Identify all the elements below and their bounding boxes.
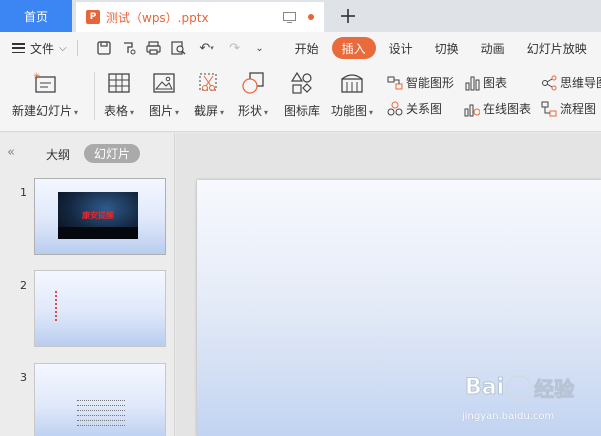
- tab-insert[interactable]: 插入: [331, 37, 376, 59]
- divider: [76, 40, 78, 56]
- table-icon: [106, 70, 132, 96]
- function-chart-icon: [339, 70, 365, 96]
- new-slide-icon: ✳: [32, 70, 58, 96]
- plus-icon: [341, 9, 355, 23]
- new-slide-label: 新建幻灯片: [12, 104, 73, 118]
- picture-label: 图片: [149, 104, 174, 118]
- chevron-down-icon: ⌵: [59, 42, 67, 54]
- mind-map-button[interactable]: 思维导图: [541, 74, 601, 91]
- text-lines-placeholder: [77, 400, 125, 430]
- divider: [94, 72, 95, 120]
- screenshot-icon: [196, 70, 222, 96]
- night-sky-image: 康安提醒: [58, 192, 138, 239]
- picture-icon: [151, 70, 177, 96]
- smart-art-button[interactable]: 智能图形: [387, 74, 454, 91]
- slide-1-title: 康安提醒: [82, 211, 114, 220]
- baidu-watermark: Bai 经验: [464, 373, 575, 402]
- tab-bar: 首页 P 测试（wps）.pptx: [0, 0, 601, 32]
- slide-thumbnail-1[interactable]: 康安提醒: [34, 178, 166, 255]
- undo-icon[interactable]: ↶ ▾: [196, 40, 218, 56]
- relation-chart-button[interactable]: 关系图: [387, 100, 442, 117]
- redo-icon[interactable]: ↷: [227, 40, 243, 56]
- icon-library-button[interactable]: 图标库: [284, 70, 320, 119]
- monitor-icon[interactable]: [282, 11, 296, 23]
- shape-icon: [240, 70, 266, 96]
- tab-start[interactable]: 开始: [286, 37, 328, 59]
- presentation-file-icon: P: [86, 10, 100, 24]
- quick-access-toolbar: ↶ ▾ ↷ ⌄: [96, 40, 268, 56]
- smart-art-icon: [387, 75, 403, 91]
- dropdown-caret-icon: ▾: [369, 108, 374, 117]
- online-chart-icon: [464, 101, 480, 117]
- file-menu-button[interactable]: 文件 ⌵: [12, 40, 67, 57]
- flowchart-button[interactable]: 流程图: [541, 100, 596, 117]
- slide-number: 2: [20, 279, 27, 292]
- online-chart-button[interactable]: 在线图表: [464, 100, 531, 117]
- tab-slideshow[interactable]: 幻灯片放映: [518, 37, 596, 59]
- tab-outline[interactable]: 大纲: [46, 146, 70, 163]
- dropdown-caret-icon: ▾: [264, 108, 269, 117]
- tab-design[interactable]: 设计: [380, 37, 422, 59]
- dropdown-caret-icon: ▾: [175, 108, 180, 117]
- collapse-panel-icon[interactable]: «: [7, 145, 15, 160]
- mind-map-icon: [541, 75, 557, 91]
- flowchart-icon: [541, 101, 557, 117]
- svg-text:✳: ✳: [33, 72, 41, 82]
- slide-panel: « 大纲 幻灯片 1 康安提醒 2 3: [0, 133, 175, 436]
- mind-map-label: 思维导图: [560, 76, 601, 90]
- new-tab-button[interactable]: [336, 4, 360, 28]
- watermark-brand-left: Bai: [464, 375, 505, 401]
- paw-logo-icon: [506, 374, 533, 401]
- function-chart-label: 功能图: [331, 104, 368, 118]
- mountain-silhouette: [58, 227, 138, 239]
- file-menu-label: 文件: [30, 41, 55, 56]
- dropdown-caret-icon: ▾: [220, 108, 225, 117]
- format-painter-icon[interactable]: [121, 40, 137, 56]
- shape-button[interactable]: 形状 ▾: [238, 70, 268, 119]
- unsaved-indicator-dot: [308, 14, 314, 20]
- function-chart-button[interactable]: 功能图 ▾: [331, 70, 373, 119]
- tab-animation[interactable]: 动画: [472, 37, 514, 59]
- slide-number: 1: [20, 186, 27, 199]
- home-tab[interactable]: 首页: [0, 0, 72, 32]
- ribbon-tabs: 开始 插入 设计 切换 动画 幻灯片放映: [286, 37, 600, 59]
- flowchart-label: 流程图: [560, 102, 597, 116]
- tab-transition[interactable]: 切换: [426, 37, 468, 59]
- hamburger-icon: [12, 43, 25, 53]
- table-button[interactable]: 表格 ▾: [104, 70, 134, 119]
- screenshot-button[interactable]: 截屏 ▾: [194, 70, 224, 119]
- icon-library-label: 图标库: [284, 104, 321, 118]
- relation-chart-label: 关系图: [406, 102, 443, 116]
- print-preview-icon[interactable]: [171, 40, 187, 56]
- watermark-brand-right: 经验: [534, 377, 575, 402]
- slide-thumbnail-3[interactable]: [34, 363, 166, 436]
- table-label: 表格: [104, 104, 129, 118]
- more-icon[interactable]: ⌄: [252, 40, 268, 56]
- slide-thumbnail-2[interactable]: [34, 270, 166, 347]
- online-chart-label: 在线图表: [483, 102, 532, 116]
- relation-chart-icon: [387, 101, 403, 117]
- icon-library-icon: [289, 70, 315, 96]
- shape-label: 形状: [238, 104, 263, 118]
- dropdown-caret-icon: ▾: [130, 108, 135, 117]
- watermark-url: jingyan.baidu.com: [462, 411, 555, 422]
- print-icon[interactable]: [146, 40, 162, 56]
- insert-ribbon: ✳ 新建幻灯片 ▾ 表格 ▾ 图片 ▾ 截屏 ▾ 形状 ▾ 图标库 功能图 ▾ …: [0, 64, 601, 132]
- screenshot-label: 截屏: [194, 104, 219, 118]
- chart-label: 图表: [483, 76, 508, 90]
- dropdown-caret-icon: ▾: [74, 108, 79, 117]
- smart-art-label: 智能图形: [406, 76, 455, 90]
- new-slide-button[interactable]: ✳ 新建幻灯片 ▾: [12, 70, 78, 119]
- document-tab[interactable]: P 测试（wps）.pptx: [76, 2, 324, 32]
- chart-button[interactable]: 图表: [464, 74, 507, 91]
- picture-button[interactable]: 图片 ▾: [149, 70, 179, 119]
- vertical-text-placeholder: [55, 291, 58, 321]
- menu-row: 文件 ⌵ ↶ ▾ ↷ ⌄ 开始 插入 设计 切换 动画 幻灯片放映: [0, 32, 601, 64]
- tab-slides[interactable]: 幻灯片: [84, 144, 141, 163]
- slide-number: 3: [20, 371, 27, 384]
- save-icon[interactable]: [96, 40, 112, 56]
- document-tab-title: 测试（wps）.pptx: [106, 10, 209, 25]
- bar-chart-icon: [464, 75, 480, 91]
